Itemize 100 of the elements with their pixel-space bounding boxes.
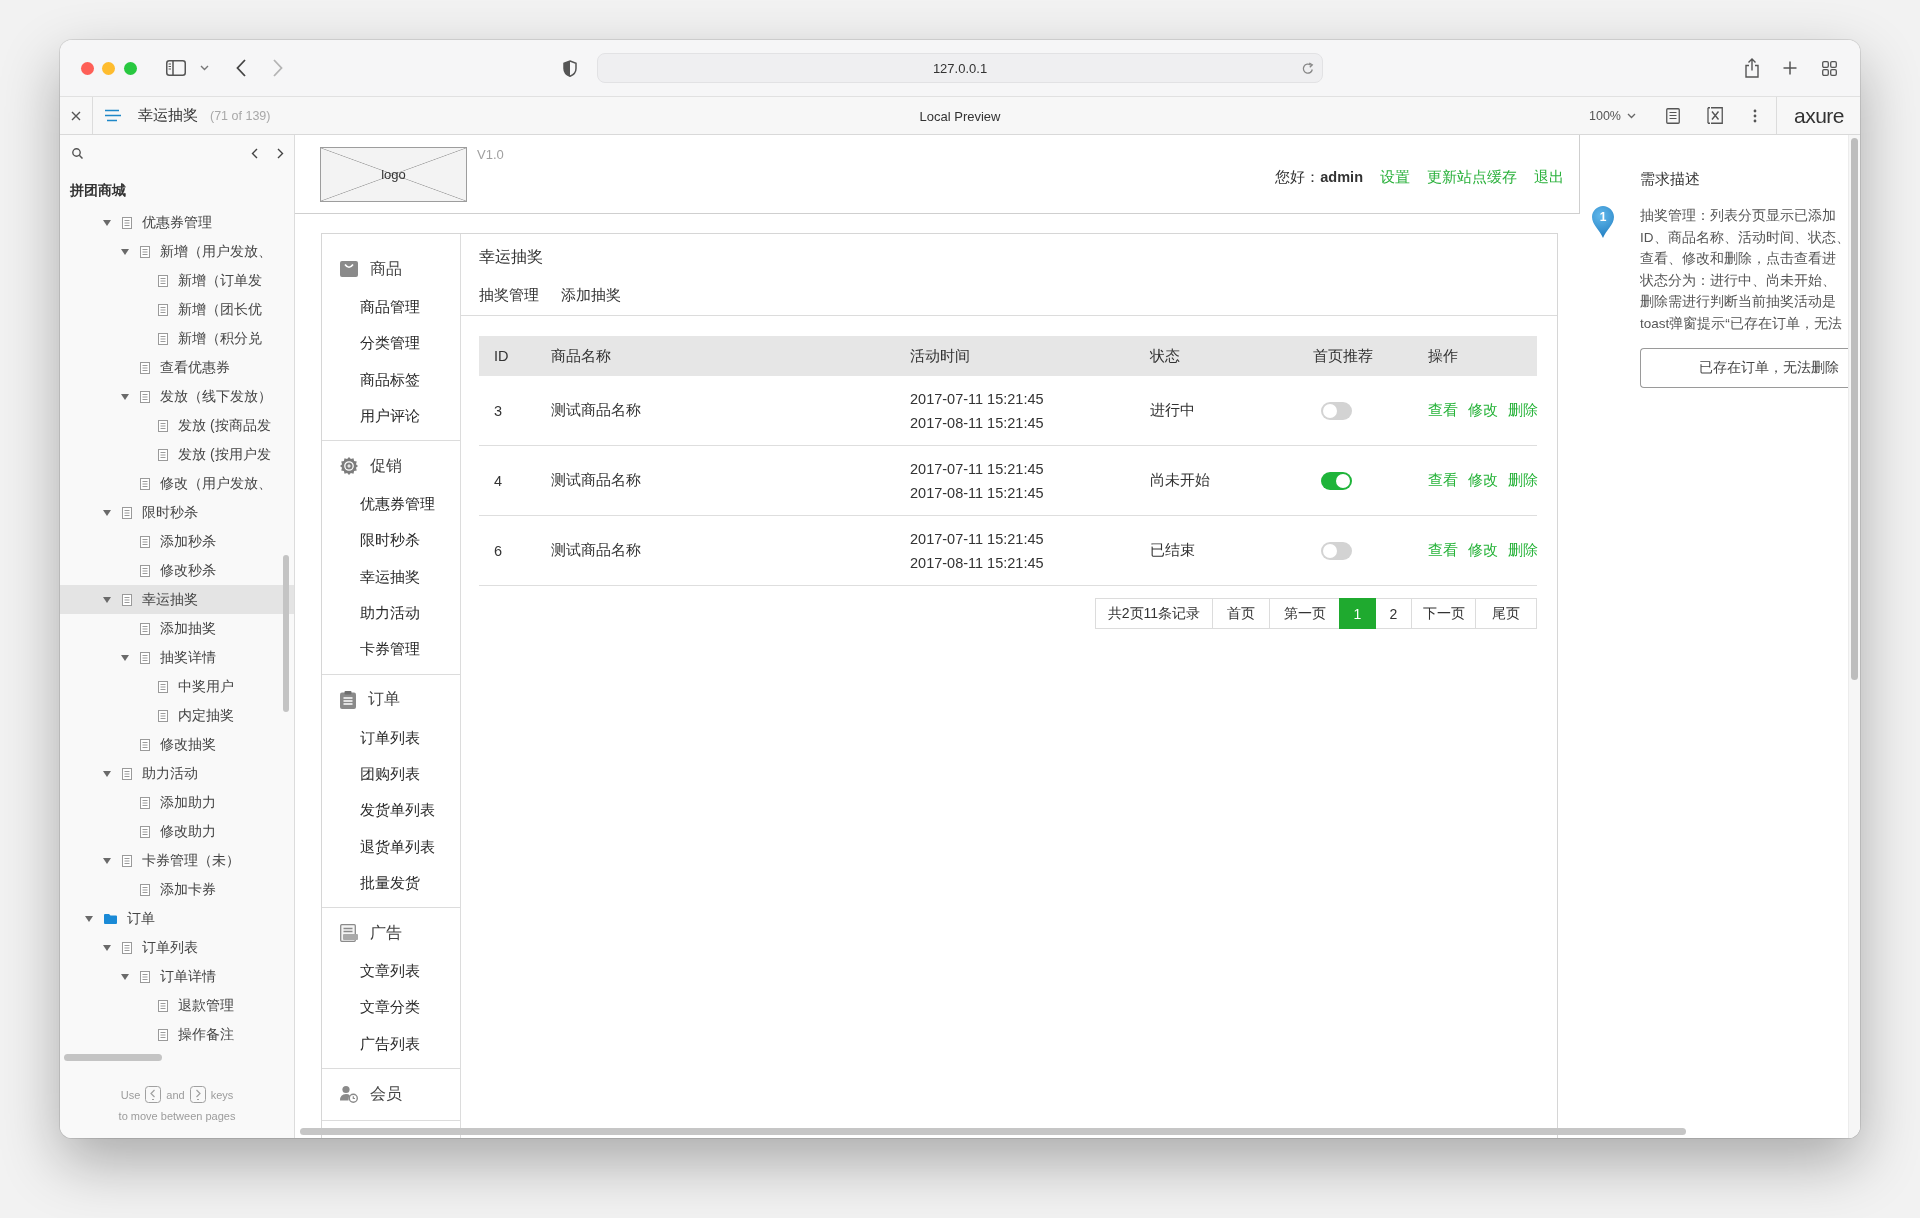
toggle-switch[interactable] [1321, 541, 1352, 560]
nav-item[interactable]: 限时秒杀 [322, 522, 460, 559]
plus-icon[interactable] [1783, 61, 1797, 75]
nav-section-title[interactable]: 商品 [370, 258, 402, 280]
nav-item[interactable]: 文章分类 [322, 989, 460, 1026]
last-page-button[interactable]: 尾页 [1475, 598, 1537, 629]
horizontal-scrollbar[interactable] [300, 1128, 1686, 1135]
tree-item[interactable]: 优惠券管理 [60, 208, 294, 237]
tree-item[interactable]: 修改（用户发放、 [60, 469, 294, 498]
sidebar-icon[interactable] [166, 60, 186, 76]
more-icon[interactable] [1752, 108, 1757, 123]
tree-item[interactable]: 添加秒杀 [60, 527, 294, 556]
back-icon[interactable] [236, 59, 246, 77]
tree-item[interactable]: 发放 (按用户发 [60, 440, 294, 469]
menu-icon[interactable] [105, 109, 121, 122]
nav-item[interactable]: 商品标签 [322, 361, 460, 398]
tree-item[interactable]: 订单列表 [60, 933, 294, 962]
nav-item[interactable]: 卡券管理 [322, 631, 460, 668]
function-icon[interactable] [1706, 107, 1723, 124]
caret-icon[interactable] [103, 944, 111, 951]
nav-item[interactable]: 广告列表 [322, 1025, 460, 1063]
tree-item[interactable]: 发放 (按商品发 [60, 411, 294, 440]
caret-icon[interactable] [103, 219, 111, 226]
shield-icon[interactable] [563, 59, 577, 77]
nav-item[interactable]: 发货单列表 [322, 792, 460, 829]
greeting-text: 您好：admin [1275, 168, 1363, 187]
nav-section-title[interactable]: 订单 [368, 689, 400, 711]
search-icon[interactable] [72, 148, 83, 159]
vertical-scrollbar[interactable] [1851, 138, 1858, 680]
nav-item[interactable]: 团购列表 [322, 755, 460, 793]
tree-item[interactable]: 查看优惠券 [60, 353, 294, 382]
caret-icon[interactable] [103, 857, 111, 864]
note-paragraph: 抽奖管理：列表分页显示已添加 ID、商品名称、活动时间、状态、 查看、修改和删除，点击查看进 状态分为：进行中、尚未开始、 删除需进行判断当前抽奖活动是 toast弹窗提示“已存在订单，无法 [1640, 207, 1848, 333]
horizontal-scrollbar[interactable] [64, 1054, 162, 1061]
caret-icon[interactable] [121, 393, 129, 400]
next-page-icon[interactable] [277, 148, 284, 159]
toggle-switch[interactable] [1321, 401, 1352, 420]
hint-text: and [166, 1088, 185, 1101]
page-icon [140, 970, 150, 983]
sub-nav-link[interactable]: 添加抽奖 [561, 284, 621, 306]
tree-item[interactable]: 限时秒杀 [60, 498, 294, 527]
caret-icon[interactable] [103, 596, 111, 603]
grid-icon[interactable] [1822, 60, 1837, 76]
caret-icon[interactable] [121, 654, 129, 661]
column-header: 状态 [1150, 346, 1180, 366]
previous-page-button[interactable]: 第一页 [1269, 598, 1340, 629]
tree-item[interactable]: 内定抽奖 [60, 701, 294, 730]
previous-page-icon[interactable] [251, 148, 258, 159]
tree-item[interactable]: 卡券管理（未） [60, 846, 294, 875]
notes-icon[interactable] [1665, 107, 1680, 124]
sub-nav-link[interactable]: 抽奖管理 [479, 284, 539, 306]
tree-item[interactable]: 修改秒杀 [60, 556, 294, 585]
caret-icon[interactable] [121, 973, 129, 980]
tree-item[interactable]: 添加助力 [60, 788, 294, 817]
tree-item[interactable]: 新增（团长优 [60, 295, 294, 324]
caret-icon[interactable] [85, 915, 93, 922]
toggle-switch[interactable] [1321, 471, 1352, 490]
tree-item[interactable]: 新增（订单发 [60, 266, 294, 295]
nav-item[interactable]: 优惠券管理 [322, 486, 460, 523]
tree-item[interactable]: 订单 [60, 904, 294, 933]
chevron-down-icon[interactable] [200, 65, 209, 71]
tree-item[interactable]: 退款管理 [60, 991, 294, 1020]
tree-item[interactable]: 幸运抽奖 [60, 585, 294, 614]
address-field[interactable]: 127.0.0.1 [597, 53, 1323, 83]
nav-item[interactable]: 商品管理 [322, 289, 460, 326]
tree-item[interactable]: 助力活动 [60, 759, 294, 788]
caret-icon[interactable] [103, 770, 111, 777]
zoom-dropdown[interactable]: 100% [1589, 108, 1636, 123]
next-page-button[interactable]: 下一页 [1411, 598, 1476, 629]
tree-item[interactable]: 新增（用户发放、 [60, 237, 294, 266]
tree-item[interactable]: 中奖用户 [60, 672, 294, 701]
share-icon[interactable] [1744, 58, 1760, 78]
tree-item[interactable]: 抽奖详情 [60, 643, 294, 672]
tree-item[interactable]: 修改抽奖 [60, 730, 294, 759]
tree-item[interactable]: 添加卡券 [60, 875, 294, 904]
tree-item[interactable]: 新增（积分兑 [60, 324, 294, 353]
page-icon [140, 477, 150, 490]
nav-item[interactable]: 退货单列表 [322, 828, 460, 865]
nav-item[interactable]: 幸运抽奖 [322, 558, 460, 596]
first-page-button[interactable]: 首页 [1212, 598, 1270, 629]
nav-item[interactable]: 助力活动 [322, 595, 460, 632]
reload-icon[interactable] [1302, 61, 1314, 75]
page-icon [140, 564, 150, 577]
tree-item[interactable]: 订单详情 [60, 962, 294, 991]
tree-item[interactable]: 添加抽奖 [60, 614, 294, 643]
caret-icon[interactable] [121, 248, 129, 255]
tree-item[interactable]: 操作备注 [60, 1020, 294, 1049]
tree-item[interactable]: 发放（线下发放） [60, 382, 294, 411]
nav-section-title[interactable]: 促销 [370, 455, 402, 477]
vertical-scrollbar[interactable] [283, 555, 289, 712]
nav-section-title[interactable]: 会员 [370, 1083, 402, 1105]
nav-item[interactable]: 用户评论 [322, 397, 460, 435]
nav-item[interactable]: 批量发货 [322, 864, 460, 902]
nav-item[interactable]: 文章列表 [322, 953, 460, 990]
nav-section-title[interactable]: 广告 [370, 922, 402, 944]
caret-icon[interactable] [103, 509, 111, 516]
nav-item[interactable]: 分类管理 [322, 325, 460, 362]
tree-item[interactable]: 修改助力 [60, 817, 294, 846]
nav-item[interactable]: 订单列表 [322, 719, 460, 756]
close-icon[interactable] [71, 110, 81, 121]
